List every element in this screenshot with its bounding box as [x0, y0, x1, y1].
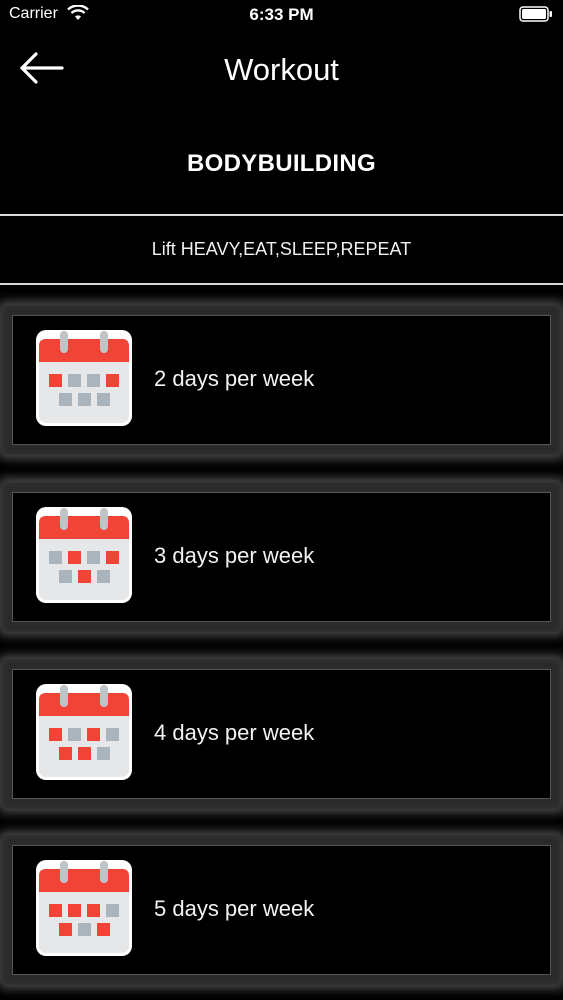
calendar-day — [78, 747, 91, 760]
plan-card[interactable]: 4 days per week — [0, 653, 563, 815]
plan-card[interactable]: 3 days per week — [0, 476, 563, 638]
calendar-icon — [36, 860, 132, 956]
navigation-bar: Workout — [0, 30, 563, 110]
calendar-day — [78, 570, 91, 583]
plan-card[interactable]: 2 days per week — [0, 299, 563, 461]
calendar-day — [49, 374, 62, 387]
calendar-day — [49, 728, 62, 741]
plan-card-frame: 5 days per week — [2, 835, 561, 985]
plan-card-frame: 4 days per week — [2, 659, 561, 809]
plan-card-body: 2 days per week — [12, 315, 551, 445]
divider — [0, 283, 563, 285]
calendar-day — [106, 374, 119, 387]
plan-card-body: 4 days per week — [12, 669, 551, 799]
status-bar: Carrier 6:33 PM — [0, 0, 563, 30]
plan-label: 3 days per week — [154, 543, 315, 568]
calendar-day — [59, 570, 72, 583]
calendar-day — [97, 923, 110, 936]
program-tagline: Lift HEAVY,EAT,SLEEP,REPEAT — [151, 239, 412, 259]
plan-label: 4 days per week — [154, 720, 315, 745]
calendar-day — [106, 904, 119, 917]
calendar-icon — [36, 330, 132, 426]
calendar-day — [97, 570, 110, 583]
program-title: BODYBUILDING — [187, 150, 376, 177]
calendar-day — [78, 393, 91, 406]
calendar-day — [68, 551, 81, 564]
calendar-day — [68, 728, 81, 741]
plan-label: 5 days per week — [154, 896, 315, 921]
calendar-day — [59, 393, 72, 406]
calendar-icon — [36, 507, 132, 603]
calendar-day — [68, 374, 81, 387]
calendar-day — [97, 393, 110, 406]
calendar-day — [87, 904, 100, 917]
battery-icon — [519, 6, 552, 22]
plan-card-frame: 3 days per week — [2, 482, 561, 632]
calendar-day — [87, 374, 100, 387]
status-time: 6:33 PM — [249, 5, 314, 24]
plan-card-body: 5 days per week — [12, 845, 551, 975]
calendar-day — [87, 551, 100, 564]
calendar-day — [106, 728, 119, 741]
calendar-day — [59, 747, 72, 760]
calendar-day — [106, 551, 119, 564]
calendar-day — [97, 747, 110, 760]
plan-card[interactable]: 5 days per week — [0, 829, 563, 991]
workout-screen: Carrier 6:33 PM Workout BODYBUILDING Lif… — [0, 0, 563, 1000]
plan-card-body: 3 days per week — [12, 492, 551, 622]
calendar-icon — [36, 684, 132, 780]
plan-label: 2 days per week — [154, 366, 315, 391]
calendar-day — [49, 551, 62, 564]
calendar-day — [49, 904, 62, 917]
page-title: Workout — [224, 52, 339, 87]
calendar-day — [78, 923, 91, 936]
calendar-day — [59, 923, 72, 936]
calendar-day — [87, 728, 100, 741]
calendar-day — [68, 904, 81, 917]
plan-card-frame: 2 days per week — [2, 305, 561, 455]
divider — [0, 214, 563, 216]
